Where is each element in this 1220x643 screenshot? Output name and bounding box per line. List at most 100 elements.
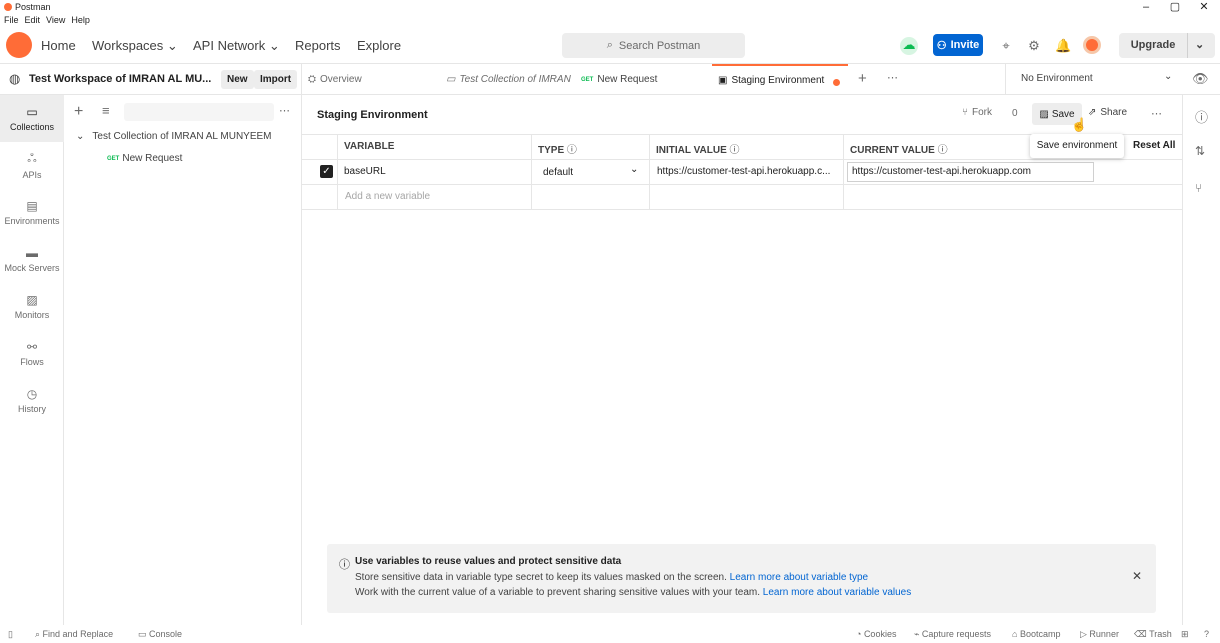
add-variable-input[interactable]: Add a new variable xyxy=(345,191,430,202)
collections-icon: ▭ xyxy=(26,105,38,119)
nav-apis[interactable]: ஃ APIs xyxy=(0,142,64,189)
column-variable: VARIABLE xyxy=(344,141,395,152)
new-button[interactable]: New xyxy=(221,70,254,89)
tab-overview[interactable]: ⛭ Overview xyxy=(308,64,362,95)
menu-file[interactable]: File xyxy=(4,15,19,25)
info-title: Use variables to reuse values and protec… xyxy=(355,556,622,567)
request-item[interactable]: GET New Request xyxy=(107,153,182,164)
menu-edit[interactable]: Edit xyxy=(25,15,41,25)
search-input[interactable]: ⌕ Search Postman xyxy=(562,33,745,58)
cursor-icon: ☝ xyxy=(1071,117,1088,132)
trash-button[interactable]: ⌫ Trash xyxy=(1134,629,1172,640)
workspace-bar: ◍ Test Workspace of IMRAN AL MU... New I… xyxy=(0,64,302,95)
tab-bar: ⛭ Overview ▭ Test Collection of IMRAN GET N… xyxy=(302,64,1220,95)
capture-requests-button[interactable]: ⌁ Capture requests xyxy=(914,629,991,640)
collection-item[interactable]: ⌄ Test Collection of IMRAN AL MUNYEEM xyxy=(76,131,272,142)
mock-server-icon: ▬ xyxy=(26,246,38,260)
invite-button[interactable]: ⚇ Invite xyxy=(933,34,983,56)
info-icon: ⓘ xyxy=(937,145,948,156)
reset-all-button[interactable]: Reset All xyxy=(1133,140,1175,151)
tab-collection[interactable]: ▭ Test Collection of IMRAN xyxy=(446,64,571,95)
share-icon: ⇗ xyxy=(1088,107,1097,118)
chevron-down-icon: ⌄ xyxy=(166,38,178,53)
variable-name-cell[interactable]: baseURL xyxy=(344,166,386,177)
minimize-button[interactable]: – xyxy=(1132,0,1160,14)
import-button[interactable]: Import xyxy=(254,70,298,89)
environments-icon: ▤ xyxy=(26,199,38,213)
avatar[interactable] xyxy=(1083,36,1101,54)
maximize-button[interactable]: ▢ xyxy=(1161,0,1189,14)
chevron-down-icon[interactable]: ⌄ xyxy=(1195,38,1204,51)
more-options-icon[interactable]: ⋯ xyxy=(1151,107,1162,120)
initial-value-cell[interactable]: https://customer-test-api.herokuapp.c... xyxy=(657,166,830,177)
user-plus-icon: ⚇ xyxy=(936,39,947,52)
fork-icon[interactable]: ⑂ xyxy=(1195,181,1202,195)
nav-home[interactable]: Home xyxy=(41,38,76,53)
filter-icon[interactable]: ≡ xyxy=(102,103,110,118)
learn-variable-type-link[interactable]: Learn more about variable type xyxy=(730,572,868,583)
info-icon: ⓘ xyxy=(566,145,577,156)
close-banner-icon[interactable]: ✕ xyxy=(1132,569,1142,583)
current-value-input[interactable]: https://customer-test-api.herokuapp.com xyxy=(847,162,1094,182)
more-tabs-icon[interactable]: ⋯ xyxy=(887,71,898,84)
add-tab-icon[interactable]: + xyxy=(858,70,867,87)
nav-api-network[interactable]: API Network ⌄ xyxy=(193,38,280,54)
workspace-name[interactable]: Test Workspace of IMRAN AL MU... xyxy=(29,73,211,85)
cookies-button[interactable]: ◔ Cookies xyxy=(856,629,896,639)
notification-bell-icon[interactable]: 🔔 xyxy=(1055,38,1071,54)
info-banner: ⓘ Use variables to reuse values and prot… xyxy=(327,544,1156,613)
nav-monitors[interactable]: ▨ Monitors xyxy=(0,283,64,330)
apis-icon: ஃ xyxy=(27,151,37,165)
search-icon: ⌕ xyxy=(606,39,613,51)
info-icon[interactable]: ⓘ xyxy=(1195,107,1208,126)
console-button[interactable]: ▭ Console xyxy=(138,629,182,640)
nav-environments[interactable]: ▤ Environments xyxy=(0,189,64,236)
cloud-sync-icon[interactable]: ☁ xyxy=(900,37,918,55)
learn-variable-values-link[interactable]: Learn more about variable values xyxy=(763,587,911,598)
nav-mock-servers[interactable]: ▬ Mock Servers xyxy=(0,236,64,283)
history-icon: ◷ xyxy=(26,387,38,401)
pull-request-icon[interactable]: ⇅ xyxy=(1195,144,1205,158)
status-bar: ▯ ⌕ Find and Replace ▭ Console ◔ Cookies… xyxy=(0,625,1220,643)
type-select[interactable]: default ⌄ xyxy=(538,163,642,181)
help-icon[interactable]: ? xyxy=(1204,629,1209,639)
postman-logo-icon[interactable] xyxy=(6,32,32,58)
toggle-sidebar-icon[interactable]: ▯ xyxy=(8,629,13,640)
runner-button[interactable]: ▷ Runner xyxy=(1080,629,1119,640)
chevron-down-icon: ⌄ xyxy=(268,38,280,53)
bootcamp-button[interactable]: ⌂ Bootcamp xyxy=(1012,629,1060,639)
satellite-icon[interactable]: ⌖ xyxy=(998,38,1014,54)
settings-gear-icon[interactable]: ⚙ xyxy=(1026,38,1042,54)
layout-icon[interactable]: ⊞ xyxy=(1181,629,1189,640)
chevron-down-icon: ⌄ xyxy=(76,131,85,142)
find-replace-button[interactable]: ⌕ Find and Replace xyxy=(35,629,113,640)
title-bar: Postman File Edit View Help – ▢ ✕ xyxy=(0,0,1220,28)
info-line-1: Store sensitive data in variable type se… xyxy=(355,572,727,583)
app-title: Postman xyxy=(4,2,51,12)
environment-selector[interactable]: No Environment ⌄ xyxy=(1005,64,1182,95)
nav-flows[interactable]: ⚯ Flows xyxy=(0,330,64,377)
nav-workspaces[interactable]: Workspaces ⌄ xyxy=(92,38,178,54)
more-options-icon[interactable]: ⋯ xyxy=(279,104,290,117)
environment-icon: ▣ xyxy=(718,75,728,86)
sidebar-search-input[interactable] xyxy=(124,103,274,121)
variable-enabled-checkbox[interactable]: ✓ xyxy=(320,165,333,178)
fork-button[interactable]: ⑂ Fork xyxy=(962,107,992,118)
flows-icon: ⚯ xyxy=(26,340,38,354)
nav-reports[interactable]: Reports xyxy=(295,38,341,53)
nav-history[interactable]: ◷ History xyxy=(0,377,64,424)
upgrade-button[interactable]: Upgrade ⌄ xyxy=(1119,33,1215,58)
fork-icon: ⑂ xyxy=(962,107,968,118)
menu-view[interactable]: View xyxy=(46,15,65,25)
tab-new-request[interactable]: GET New Request xyxy=(581,64,657,95)
nav-collections[interactable]: ▭ Collections xyxy=(0,95,64,142)
menu-help[interactable]: Help xyxy=(71,15,90,25)
environment-title: Staging Environment xyxy=(317,109,428,121)
share-button[interactable]: ⇗ Share xyxy=(1088,107,1127,118)
menu-bar: File Edit View Help xyxy=(4,15,90,25)
eye-icon[interactable]: 👁 xyxy=(1192,71,1209,87)
add-collection-icon[interactable]: + xyxy=(74,103,83,121)
tab-staging-environment[interactable]: ▣ Staging Environment xyxy=(712,64,848,95)
nav-explore[interactable]: Explore xyxy=(357,38,401,53)
close-window-button[interactable]: ✕ xyxy=(1190,0,1218,14)
